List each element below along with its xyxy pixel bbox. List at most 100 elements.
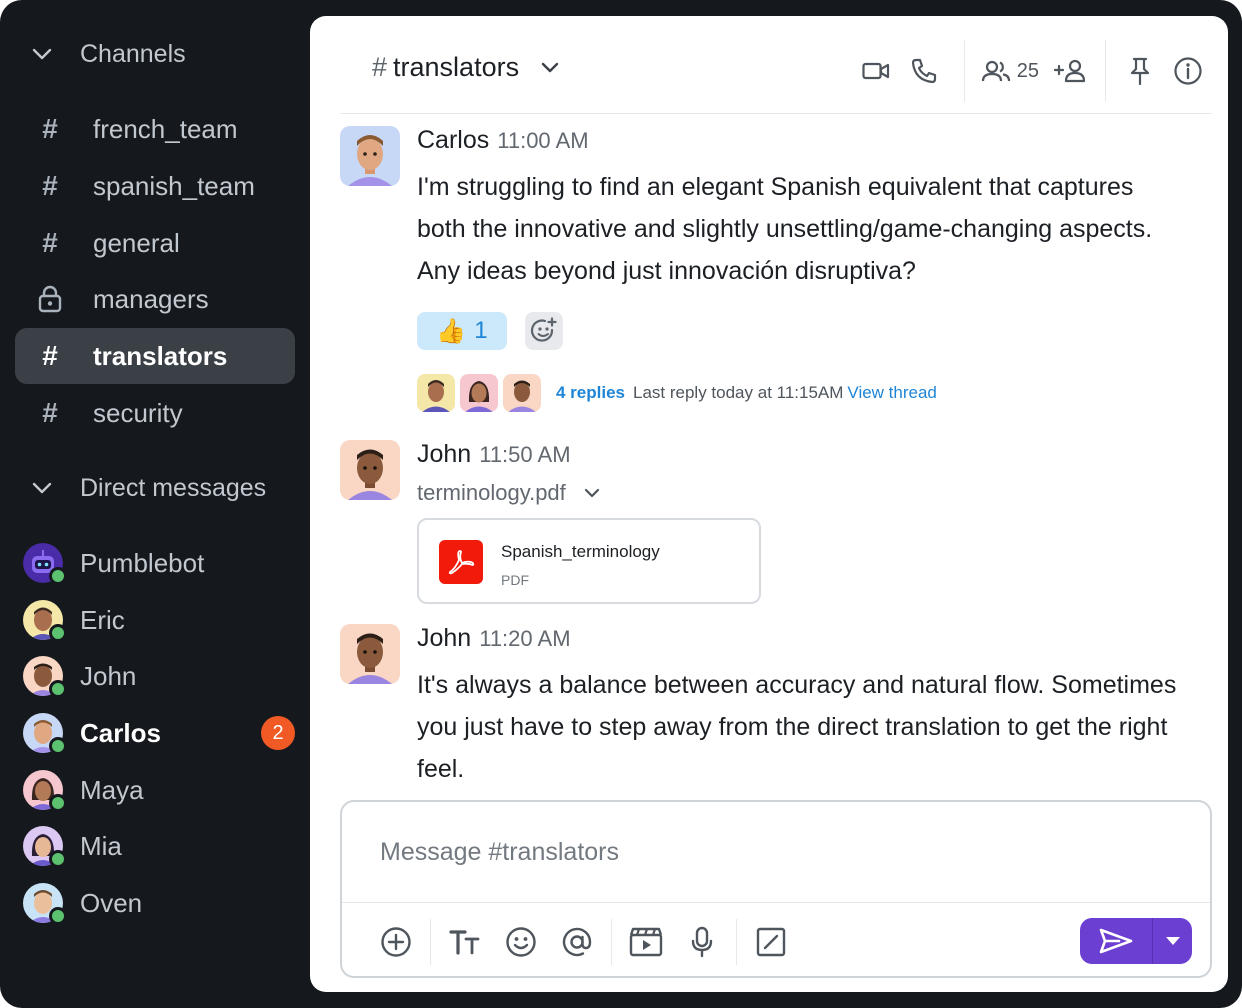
dm-label: Maya: [80, 774, 144, 805]
send-options-button[interactable]: [1153, 918, 1192, 964]
sidebar-dm-carlos[interactable]: Carlos 2: [15, 707, 295, 759]
sidebar-dm-eric[interactable]: Eric: [15, 594, 295, 646]
message-author[interactable]: Carlos: [417, 126, 489, 155]
channel-title-button[interactable]: # translators: [372, 52, 559, 83]
chevron-down-icon: [28, 474, 56, 502]
channel-label: french_team: [93, 113, 238, 144]
channel-label: security: [93, 397, 183, 428]
sidebar-item-general[interactable]: # general: [15, 215, 295, 271]
avatar[interactable]: [340, 440, 400, 500]
clapperboard-icon: [629, 927, 663, 956]
dm-label: Eric: [80, 604, 125, 635]
message-time: 11:00 AM: [497, 128, 589, 153]
sidebar-item-managers[interactable]: managers: [15, 271, 295, 327]
sidebar: Channels # french_team # spanish_team # …: [0, 0, 310, 1008]
divider: [611, 918, 612, 965]
add-emoji-icon: [530, 317, 557, 342]
formatting-button[interactable]: [441, 918, 489, 966]
view-thread-link[interactable]: View thread: [847, 383, 936, 403]
message-author[interactable]: John: [417, 624, 471, 653]
hash-icon: #: [42, 227, 58, 258]
reaction-count: 1: [474, 317, 488, 344]
channel-label: general: [93, 227, 180, 258]
avatar: [23, 883, 67, 925]
message-input[interactable]: Message #translators: [380, 838, 619, 867]
send-button[interactable]: [1080, 918, 1152, 964]
dm-label: Carlos: [80, 717, 161, 748]
mention-button[interactable]: [553, 918, 601, 966]
slash-commands-button[interactable]: [747, 918, 795, 966]
hash-icon: #: [372, 52, 388, 82]
voice-message-button[interactable]: [678, 918, 726, 966]
emoji-button[interactable]: [497, 918, 545, 966]
attachment-type: PDF: [501, 572, 529, 588]
channel-label: translators: [93, 340, 228, 371]
avatar[interactable]: [340, 126, 400, 186]
sidebar-item-translators[interactable]: # translators: [15, 328, 295, 384]
divider: [736, 918, 737, 965]
pinned-button[interactable]: [1116, 49, 1164, 93]
audio-call-button[interactable]: [900, 49, 948, 93]
online-status-dot: [49, 624, 67, 642]
slash-command-icon: [756, 927, 786, 956]
members-icon: [981, 60, 1010, 82]
thread-summary[interactable]: 4 replies Last reply today at 11:15AM Vi…: [417, 374, 1217, 412]
dm-section-toggle[interactable]: Direct messages: [28, 468, 266, 508]
online-status-dot: [49, 850, 67, 868]
avatar: [460, 374, 498, 412]
message-line: It's always a balance between accuracy a…: [417, 671, 1177, 699]
hash-icon: #: [42, 397, 58, 428]
message-line: feel.: [417, 755, 465, 783]
message-author[interactable]: John: [417, 440, 471, 469]
sidebar-dm-maya[interactable]: Maya: [15, 764, 295, 816]
sidebar-dm-john[interactable]: John: [15, 650, 295, 702]
attachment-name: Spanish_terminology: [501, 542, 660, 561]
avatar: [23, 826, 67, 868]
sidebar-dm-pumblebot[interactable]: Pumblebot: [15, 537, 295, 589]
sidebar-item-french-team[interactable]: # french_team: [15, 101, 295, 157]
attach-button[interactable]: [372, 918, 420, 966]
avatar: [503, 374, 541, 412]
chevron-down-icon: [584, 488, 600, 498]
file-attachment-card[interactable]: Spanish_terminology PDF: [417, 518, 761, 604]
video-call-button[interactable]: [852, 49, 900, 93]
attachment-toggle[interactable]: terminology.pdf: [417, 480, 1217, 506]
avatar: [417, 374, 455, 412]
pin-icon: [1130, 57, 1150, 85]
message-line: Any ideas beyond just innovación disrupt…: [417, 257, 916, 285]
channels-section-toggle[interactable]: Channels: [28, 34, 186, 74]
channel-title: translators: [393, 52, 520, 82]
hash-icon: #: [42, 340, 58, 371]
app-window: Channels # french_team # spanish_team # …: [0, 0, 1242, 1008]
sidebar-item-security[interactable]: # security: [15, 385, 295, 441]
header-actions: 25: [852, 40, 1212, 102]
add-reaction-button[interactable]: [525, 312, 563, 350]
channel-info-button[interactable]: [1164, 49, 1212, 93]
sidebar-item-spanish-team[interactable]: # spanish_team: [15, 158, 295, 214]
thread-reply-count[interactable]: 4 replies: [556, 383, 625, 403]
avatar[interactable]: [340, 624, 400, 684]
add-user-icon: [1054, 59, 1086, 83]
send-button-group: [1080, 918, 1192, 964]
video-clip-button[interactable]: [622, 918, 670, 966]
sidebar-dm-mia[interactable]: Mia: [15, 820, 295, 872]
online-status-dot: [49, 794, 67, 812]
reactions: 👍 1: [417, 312, 1217, 350]
add-member-button[interactable]: [1049, 49, 1093, 93]
channel-header: # translators 25: [340, 16, 1212, 114]
online-status-dot: [49, 907, 67, 925]
lock-icon: [29, 285, 71, 313]
info-icon: [1174, 57, 1202, 85]
avatar: [23, 656, 67, 698]
smiley-icon: [506, 926, 536, 957]
members-button[interactable]: 25: [965, 49, 1049, 93]
thread-last-reply: Last reply today at 11:15AM: [633, 383, 844, 402]
member-count: 25: [1016, 59, 1039, 82]
reaction-thumbs-up[interactable]: 👍 1: [417, 312, 507, 350]
sidebar-dm-oven[interactable]: Oven: [15, 877, 295, 929]
video-icon: [862, 62, 889, 80]
divider: [430, 918, 431, 965]
chevron-down-icon: [541, 62, 559, 73]
dm-header: Direct messages: [80, 473, 267, 502]
message-time: 11:20 AM: [479, 626, 571, 651]
